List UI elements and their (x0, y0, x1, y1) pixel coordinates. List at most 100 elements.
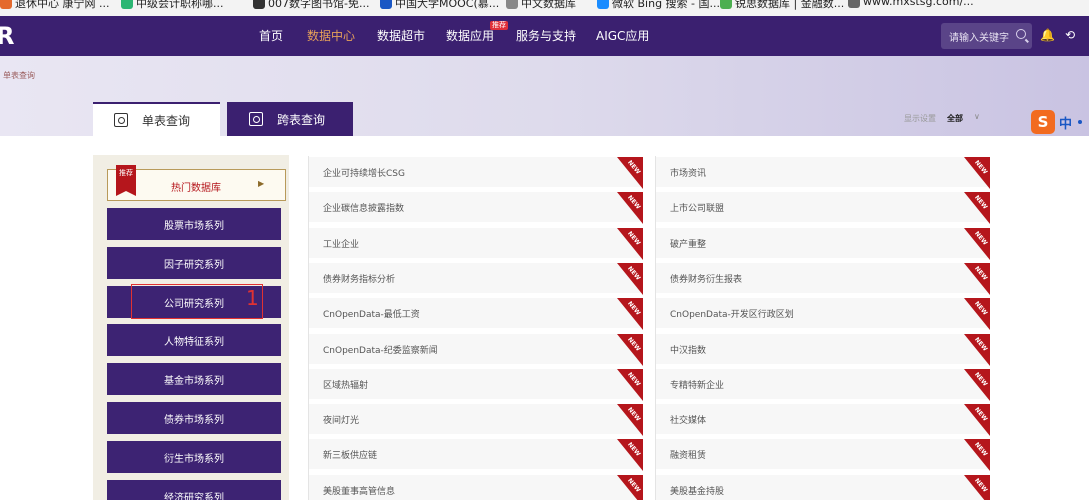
dataset-item[interactable]: 专精特新企业 NEW (656, 368, 990, 401)
dataset-item[interactable]: 企业碳信息披露指数 NEW (309, 192, 643, 225)
bookmark-item[interactable]: 中文数据库 (506, 0, 576, 11)
new-label: NEW (626, 335, 642, 353)
tab-single-table-query[interactable]: 单表查询 (93, 102, 220, 136)
dataset-name: CnOpenData-纪委监察新闻 (323, 345, 438, 356)
dataset-item[interactable]: 美股董事高管信息 NEW (309, 474, 643, 500)
nav-aigc[interactable]: AIGC应用 (596, 27, 649, 44)
dataset-name: 社交媒体 (670, 416, 707, 427)
sidebar-series-item[interactable]: 因子研究系列 (107, 247, 281, 279)
tab-label: 跨表查询 (277, 112, 326, 127)
new-label: NEW (973, 194, 989, 212)
new-ribbon-icon: NEW (964, 404, 990, 437)
hot-database-label: 热门数据库 (171, 183, 221, 194)
dataset-name: 美股董事高管信息 (323, 486, 396, 497)
new-ribbon-icon: NEW (617, 368, 643, 401)
bookmark-item[interactable]: www.mxstsg.com/... (848, 0, 974, 8)
sidebar-series-item[interactable]: 股票市场系列 (107, 208, 281, 240)
bookmarks-bar: 退休中心 康宁网 ... 中级会计职称哪... 007数字图书馆-免... 中国大学M… (0, 0, 1089, 16)
search-box[interactable]: 请输入关键字 (941, 23, 1032, 49)
dataset-item[interactable]: 美股基金持股 NEW (656, 474, 990, 500)
dataset-item[interactable]: 上市公司联盟 NEW (656, 192, 990, 225)
annotation-highlight-box (131, 284, 263, 319)
bookmark-label: 中文数据库 (521, 0, 576, 10)
dataset-item[interactable]: 债券财务衍生报表 NEW (656, 262, 990, 295)
sidebar-series-item[interactable]: 基金市场系列 (107, 363, 281, 395)
sidebar-series-item[interactable]: 经济研究系列 (107, 480, 281, 500)
search-icon[interactable] (1016, 29, 1026, 39)
display-settings-value[interactable]: 全部 (947, 113, 963, 124)
new-label: NEW (973, 406, 989, 423)
bookmark-favicon-icon (0, 0, 12, 9)
bookmark-item[interactable]: 007数字图书馆-免... (253, 0, 369, 11)
dataset-item[interactable]: CnOpenData-纪委监察新闻 NEW (309, 333, 643, 366)
dataset-item[interactable]: CnOpenData-开发区行政区划 NEW (656, 298, 990, 331)
bookmark-favicon-icon (253, 0, 265, 9)
new-label: NEW (973, 371, 989, 388)
new-label: NEW (973, 476, 989, 494)
dataset-item[interactable]: 债券财务指标分析 NEW (309, 262, 643, 295)
new-ribbon-icon: NEW (617, 474, 643, 500)
dataset-item[interactable]: 市场资讯 NEW (656, 157, 990, 189)
new-ribbon-icon: NEW (964, 262, 990, 295)
search-doc-icon (249, 112, 263, 126)
dataset-item[interactable]: 破产重整 NEW (656, 227, 990, 260)
new-label: NEW (626, 406, 642, 423)
breadcrumb: 单表查询 (3, 71, 35, 80)
chevron-down-icon[interactable]: ∨ (974, 112, 980, 121)
new-ribbon-icon: NEW (617, 192, 643, 225)
dataset-name: 夜间灯光 (323, 416, 360, 427)
new-ribbon-icon: NEW (617, 439, 643, 472)
search-placeholder: 请输入关键字 (949, 33, 1009, 44)
display-settings-label: 显示设置 (904, 114, 936, 123)
bookmark-label: www.mxstsg.com/... (863, 0, 974, 8)
bookmark-favicon-icon (380, 0, 392, 9)
dataset-item[interactable]: 工业企业 NEW (309, 227, 643, 260)
hot-database-button[interactable]: 推荐 热门数据库 ▶ (107, 165, 286, 201)
dataset-item[interactable]: 融资租赁 NEW (656, 439, 990, 472)
new-label: NEW (626, 159, 642, 176)
new-label: NEW (626, 194, 642, 212)
bell-icon[interactable]: 🔔 (1040, 28, 1055, 42)
ime-mode[interactable]: 中 (1059, 113, 1072, 132)
dataset-name: CnOpenData-最低工资 (323, 310, 420, 321)
bookmark-label: 锐思数据库 | 金融数... (735, 0, 845, 10)
dataset-name: 债券财务衍生报表 (670, 274, 743, 285)
sidebar-series-item[interactable]: 衍生市场系列 (107, 441, 281, 473)
recommend-badge: 推荐 (490, 21, 508, 30)
sidebar-series-item[interactable]: 债券市场系列 (107, 402, 281, 434)
bookmark-item[interactable]: 锐思数据库 | 金融数... (720, 0, 844, 11)
dataset-item[interactable]: CnOpenData-最低工资 NEW (309, 298, 643, 331)
nav-data-center[interactable]: 数据中心 (307, 27, 355, 44)
top-navbar: R 首页 数据中心 数据超市 数据应用 推荐 服务与支持 AIGC应用 请输入关… (0, 16, 1089, 56)
history-icon[interactable]: ⟲ (1065, 28, 1075, 42)
nav-data-application[interactable]: 数据应用 (446, 27, 494, 44)
bookmark-label: 退休中心 康宁网 ... (15, 0, 110, 10)
bookmark-item[interactable]: 中国大学MOOC(慕... (380, 0, 499, 11)
nav-service-support[interactable]: 服务与支持 (516, 27, 576, 44)
dataset-item[interactable]: 区域热辐射 NEW (309, 368, 643, 401)
site-logo[interactable]: R (0, 22, 14, 50)
bookmark-item[interactable]: 微软 Bing 搜索 - 国... (597, 0, 720, 11)
search-doc-icon (114, 113, 128, 127)
bookmark-item[interactable]: 中级会计职称哪... (121, 0, 224, 11)
ime-dot-icon (1078, 120, 1083, 124)
ime-toolbar[interactable]: S 中 (1031, 110, 1089, 134)
bookmark-label: 中级会计职称哪... (136, 0, 224, 10)
sidebar-series-item[interactable]: 人物特征系列 (107, 324, 281, 356)
dataset-name: 企业碳信息披露指数 (323, 204, 405, 215)
dataset-item[interactable]: 企业可持续增长CSG NEW (309, 157, 643, 189)
new-label: NEW (973, 229, 989, 247)
nav-data-market[interactable]: 数据超市 (377, 27, 425, 44)
dataset-item[interactable]: 社交媒体 NEW (656, 404, 990, 437)
bookmark-item[interactable]: 退休中心 康宁网 ... (0, 0, 109, 11)
new-label: NEW (626, 229, 642, 247)
tab-cross-table-query[interactable]: 跨表查询 (227, 102, 353, 136)
arrow-right-icon: ▶ (258, 179, 265, 188)
bookmark-label: 中国大学MOOC(慕... (395, 0, 500, 10)
nav-home[interactable]: 首页 (259, 27, 283, 44)
dataset-item[interactable]: 中汉指数 NEW (656, 333, 990, 366)
dataset-item[interactable]: 新三板供应链 NEW (309, 439, 643, 472)
bookmark-label: 微软 Bing 搜索 - 国... (612, 0, 721, 10)
dataset-item[interactable]: 夜间灯光 NEW (309, 404, 643, 437)
bookmark-label: 007数字图书馆-免... (268, 0, 370, 10)
